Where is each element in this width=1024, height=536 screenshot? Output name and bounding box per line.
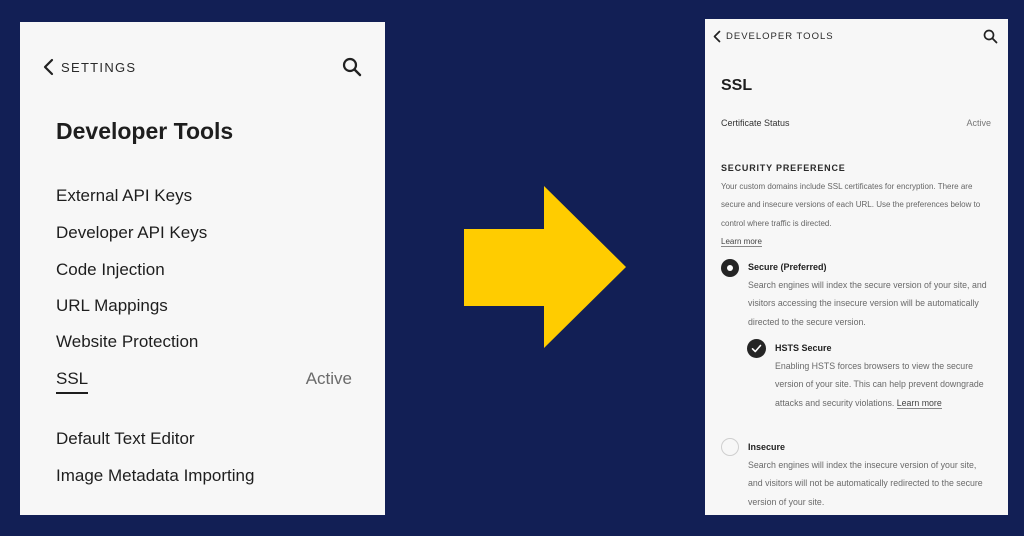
menu-item-ssl[interactable]: SSL Active [56, 369, 352, 394]
check-icon [751, 344, 762, 353]
menu-item-label: SSL [56, 369, 89, 394]
insecure-option-title: Insecure [748, 442, 786, 452]
back-label: SETTINGS [61, 59, 137, 75]
arrow-right-icon [464, 186, 626, 348]
menu-item-url-mappings[interactable]: URL Mappings [56, 296, 352, 316]
menu-item-label: Code Injection [56, 260, 165, 279]
insecure-option-description: Search engines will index the insecure v… [748, 460, 983, 507]
secure-radio[interactable] [721, 259, 739, 277]
page-title: Developer Tools [56, 118, 234, 144]
settings-panel: SETTINGS Developer Tools External API Ke… [20, 22, 385, 515]
certificate-status-row: Certificate Status Active [721, 118, 991, 128]
menu-item-website-protection[interactable]: Website Protection [56, 332, 352, 352]
menu-item-developer-api-keys[interactable]: Developer API Keys [56, 223, 352, 243]
menu-item-label: Developer API Keys [56, 223, 208, 242]
status-badge: Active [305, 369, 352, 388]
chevron-left-icon [43, 58, 54, 76]
menu-item-external-api-keys[interactable]: External API Keys [56, 186, 352, 206]
menu-item-label: Website Protection [56, 332, 199, 351]
chevron-left-icon [713, 30, 721, 43]
security-preference-description: Your custom domains include SSL certific… [721, 178, 996, 251]
hsts-description: Enabling HSTS forces browsers to view th… [775, 357, 985, 412]
search-icon[interactable] [342, 57, 362, 77]
learn-more-link[interactable]: Learn more [721, 236, 762, 247]
ssl-settings-panel: DEVELOPER TOOLS SSL Certificate Status A… [705, 19, 1008, 515]
menu-item-image-metadata-importing[interactable]: Image Metadata Importing [56, 466, 352, 486]
secure-option-description: Search engines will index the secure ver… [748, 280, 987, 327]
back-label: DEVELOPER TOOLS [726, 31, 834, 42]
menu-item-default-text-editor[interactable]: Default Text Editor [56, 429, 352, 449]
menu-item-code-injection[interactable]: Code Injection [56, 260, 352, 280]
menu-item-label: URL Mappings [56, 296, 168, 315]
back-to-settings-button[interactable]: SETTINGS [42, 58, 136, 76]
back-to-developer-tools-button[interactable]: DEVELOPER TOOLS [712, 30, 834, 43]
hsts-description-text: Enabling HSTS forces browsers to view th… [775, 361, 984, 408]
security-preference-heading: SECURITY PREFERENCE [721, 163, 846, 173]
search-icon[interactable] [983, 29, 998, 44]
secure-option-title: Secure (Preferred) [748, 262, 827, 272]
menu-item-label: External API Keys [56, 186, 193, 205]
page-title: SSL [721, 77, 753, 94]
menu-item-label: Default Text Editor [56, 429, 195, 448]
certificate-status-label: Certificate Status [721, 118, 790, 128]
menu-item-label: Image Metadata Importing [56, 466, 255, 485]
certificate-status-value: Active [966, 118, 991, 128]
hsts-title: HSTS Secure [775, 343, 832, 353]
hsts-learn-more-link[interactable]: Learn more [896, 397, 942, 409]
hsts-secure-checkbox[interactable] [747, 339, 766, 358]
description-text: Your custom domains include SSL certific… [721, 182, 981, 228]
insecure-radio[interactable] [721, 438, 739, 456]
